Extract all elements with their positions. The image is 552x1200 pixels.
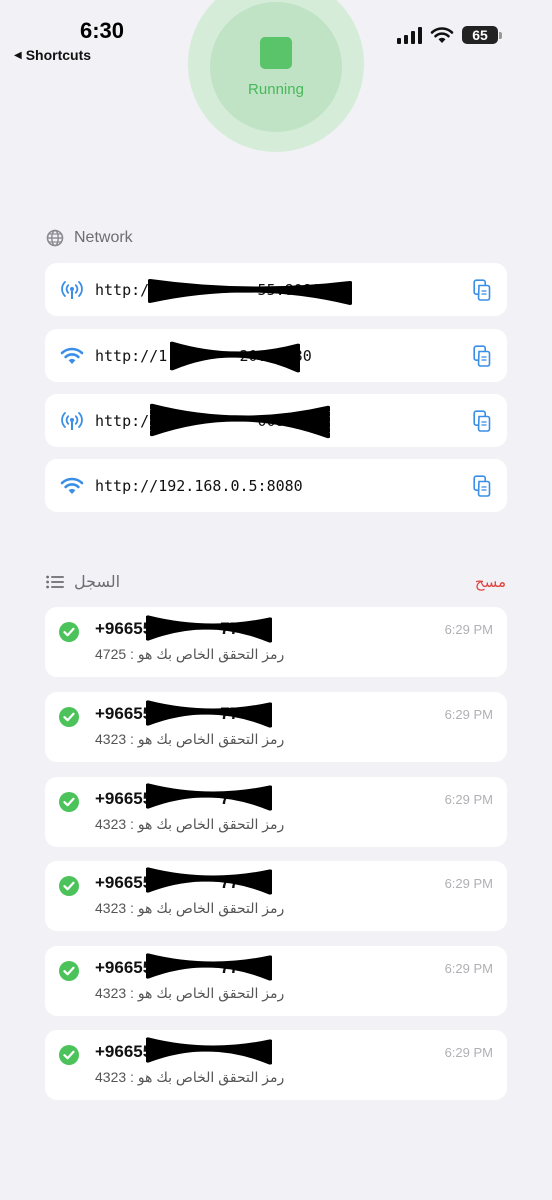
checkmark-icon bbox=[59, 1045, 79, 1065]
log-entry[interactable]: +96655 77 رمز التحقق الخاص بك هو : 4323 6:… bbox=[45, 692, 507, 762]
cellular-signal-icon bbox=[397, 26, 422, 44]
back-arrow-icon: ◀ bbox=[14, 49, 22, 61]
log-time: 6:29 PM bbox=[444, 961, 493, 976]
log-title: السجل bbox=[74, 574, 121, 591]
network-address-row[interactable]: http://192.168.0.5:8080 bbox=[45, 459, 507, 512]
log-time: 6:29 PM bbox=[444, 707, 493, 722]
log-entry[interactable]: +96655 7 رمز التحقق الخاص بك هو : 4323 6:2… bbox=[45, 777, 507, 847]
log-entry[interactable]: +96655 رمز التحقق الخاص بك هو : 4323 6:29 … bbox=[45, 1030, 507, 1100]
sms-message: رمز التحقق الخاص بك هو : 4323 bbox=[95, 985, 285, 1001]
redaction-scribble bbox=[146, 615, 272, 643]
log-entry[interactable]: +96655 77 رمز التحقق الخاص بك هو : 4725 6:… bbox=[45, 607, 507, 677]
checkmark-icon bbox=[59, 707, 79, 727]
copy-icon[interactable] bbox=[471, 409, 493, 433]
redaction-scribble bbox=[146, 953, 272, 981]
list-icon bbox=[46, 575, 64, 589]
status-time: 6:30 bbox=[80, 18, 125, 43]
sms-message: رمز التحقق الخاص بك هو : 4323 bbox=[95, 816, 285, 832]
wifi-status-icon bbox=[430, 27, 454, 43]
copy-icon[interactable] bbox=[471, 344, 493, 368]
sms-message: رمز التحقق الخاص بك هو : 4725 bbox=[95, 646, 285, 662]
log-time: 6:29 PM bbox=[444, 876, 493, 891]
redaction-scribble bbox=[146, 1037, 272, 1065]
log-time: 6:29 PM bbox=[444, 622, 493, 637]
status-indicators: 65 bbox=[397, 26, 502, 44]
back-to-shortcuts-link[interactable]: ◀ Shortcuts bbox=[14, 47, 91, 63]
wifi-icon bbox=[59, 343, 85, 369]
sms-message: رمز التحقق الخاص بك هو : 4323 bbox=[95, 1069, 285, 1085]
redaction-scribble bbox=[146, 700, 272, 728]
stop-icon bbox=[260, 37, 292, 69]
globe-icon bbox=[46, 229, 64, 247]
server-toggle-button[interactable]: Running bbox=[210, 2, 342, 132]
battery-level: 65 bbox=[462, 26, 498, 44]
redaction-scribble bbox=[150, 403, 330, 439]
network-title: Network bbox=[74, 229, 133, 246]
sms-message: رمز التحقق الخاص بك هو : 4323 bbox=[95, 900, 285, 916]
checkmark-icon bbox=[59, 792, 79, 812]
copy-icon[interactable] bbox=[471, 474, 493, 498]
network-section-header: Network bbox=[46, 229, 133, 247]
sms-message: رمز التحقق الخاص بك هو : 4323 bbox=[95, 731, 285, 747]
log-entry[interactable]: +96655 77 رمز التحقق الخاص بك هو : 4323 6:… bbox=[45, 861, 507, 931]
redaction-scribble bbox=[146, 783, 272, 811]
log-time: 6:29 PM bbox=[444, 792, 493, 807]
copy-icon[interactable] bbox=[471, 278, 493, 302]
network-url: http://192.168.0.5:8080 bbox=[95, 476, 303, 495]
battery-icon: 65 bbox=[462, 26, 502, 44]
log-entry[interactable]: +96655 77 رمز التحقق الخاص بك هو : 4323 6:… bbox=[45, 946, 507, 1016]
log-time: 6:29 PM bbox=[444, 1045, 493, 1060]
wifi-icon bbox=[59, 473, 85, 499]
redaction-scribble bbox=[148, 279, 352, 305]
antenna-icon bbox=[59, 408, 85, 434]
sender-phone: +96655 bbox=[95, 1042, 153, 1061]
checkmark-icon bbox=[59, 622, 79, 642]
antenna-icon bbox=[59, 277, 85, 303]
clear-log-button[interactable]: مسح bbox=[475, 573, 506, 591]
redaction-scribble bbox=[146, 867, 272, 895]
checkmark-icon bbox=[59, 876, 79, 896]
server-status-label: Running bbox=[248, 81, 304, 98]
redaction-scribble bbox=[170, 341, 300, 373]
log-section-header: السجل bbox=[46, 572, 120, 592]
back-label: Shortcuts bbox=[25, 47, 92, 63]
checkmark-icon bbox=[59, 961, 79, 981]
